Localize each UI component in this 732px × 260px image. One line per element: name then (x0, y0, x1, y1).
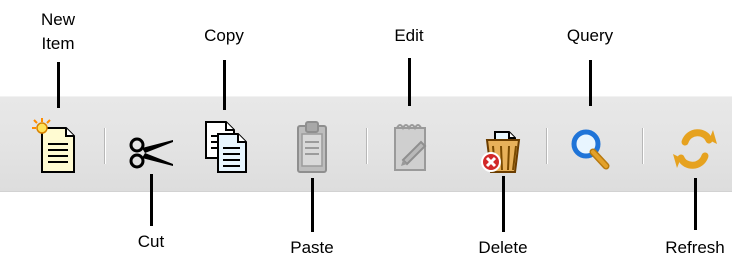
copy-button[interactable] (196, 112, 252, 178)
refresh-button[interactable] (667, 112, 723, 178)
edit-button[interactable] (381, 112, 437, 178)
copy-icon (205, 121, 247, 173)
label-edit: Edit (394, 26, 424, 45)
callout-line-delete (502, 176, 505, 232)
callout-line-edit (408, 58, 411, 106)
callout-line-paste (311, 178, 314, 232)
clipboard-icon (297, 121, 327, 173)
label-query: Query (566, 26, 614, 45)
query-button[interactable] (562, 112, 618, 178)
notepad-pencil-icon (394, 124, 427, 171)
toolbar-separator (366, 128, 368, 164)
callout-line-new-item (57, 62, 60, 108)
magnifier-icon (571, 129, 610, 170)
label-cut: Cut (137, 232, 165, 251)
toolbar-separator (642, 128, 644, 164)
new-item-button[interactable] (30, 112, 86, 178)
label-paste: Paste (290, 238, 334, 257)
toolbar-separator (104, 128, 106, 164)
callout-line-refresh (694, 178, 697, 230)
new-document-icon (32, 118, 75, 173)
cut-button[interactable] (123, 112, 179, 178)
callout-line-cut (150, 174, 153, 226)
refresh-arrows-icon (673, 129, 717, 169)
trash-bin-delete-icon (481, 131, 521, 173)
callout-line-query (589, 60, 592, 106)
delete-button[interactable] (475, 112, 531, 178)
callout-line-copy (223, 60, 226, 110)
scissors-icon (129, 137, 173, 169)
paste-button[interactable] (284, 112, 340, 178)
toolbar-separator (546, 128, 548, 164)
label-refresh: Refresh (665, 238, 725, 257)
label-copy: Copy (204, 26, 244, 45)
label-delete: Delete (478, 238, 528, 257)
label-new-item: New Item (40, 10, 75, 53)
